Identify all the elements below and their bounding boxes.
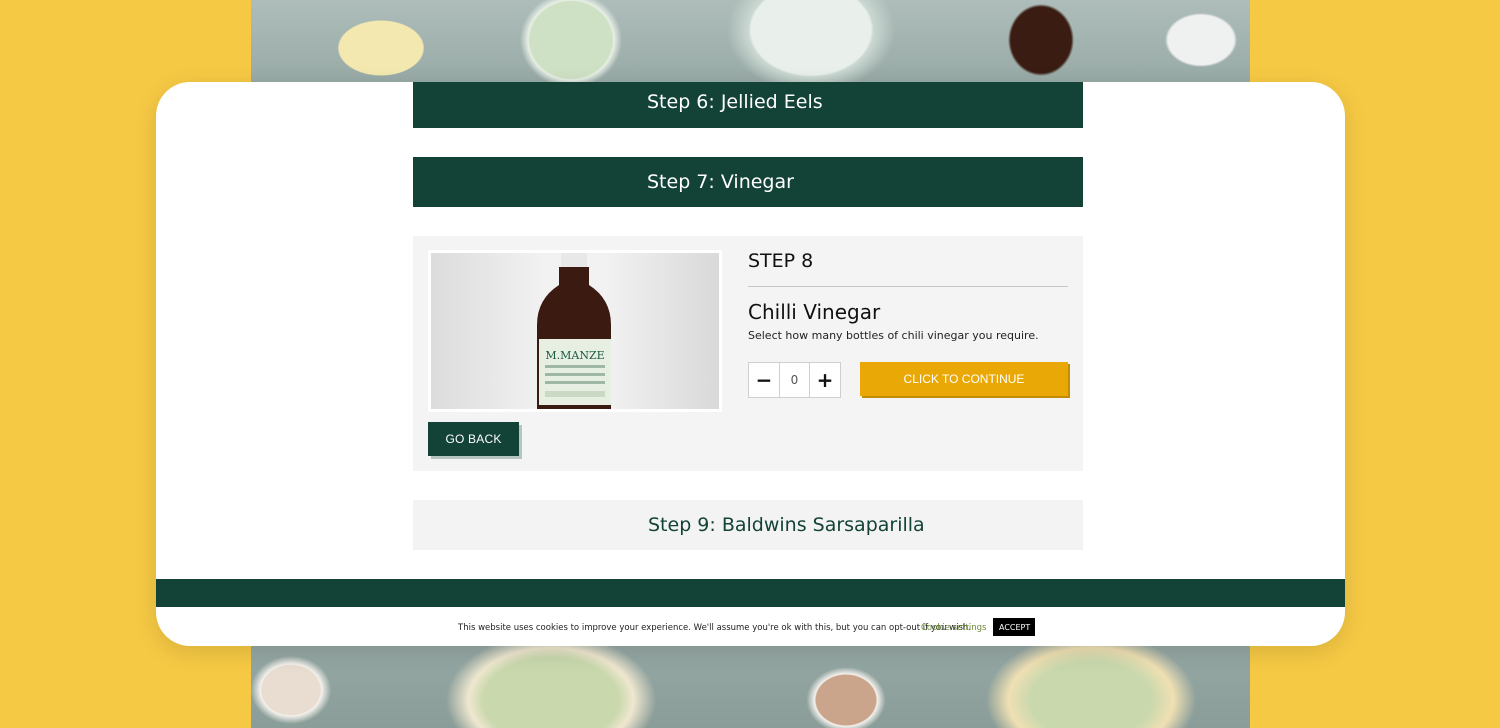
product-image-frame: M.MANZE bbox=[428, 250, 722, 412]
step-8-label: STEP 8 bbox=[748, 250, 814, 272]
browser-card: Step 6: Jellied Eels Step 7: Vinegar M.M… bbox=[156, 82, 1345, 646]
footer-band bbox=[156, 579, 1345, 607]
continue-button[interactable]: CLICK TO CONTINUE bbox=[860, 362, 1068, 396]
step-9-title: Step 9: Baldwins Sarsaparilla bbox=[648, 514, 925, 536]
product-title: Chilli Vinegar bbox=[748, 300, 881, 324]
product-description: Select how many bottles of chili vinegar… bbox=[748, 329, 1039, 342]
quantity-stepper: − + bbox=[748, 362, 841, 398]
product-image: M.MANZE bbox=[431, 253, 719, 409]
divider bbox=[748, 286, 1068, 287]
decrease-quantity-button[interactable]: − bbox=[749, 363, 779, 397]
step-8-panel: M.MANZE GO BACK STEP 8 Chilli Vinegar Se… bbox=[413, 236, 1083, 471]
step-6-header[interactable]: Step 6: Jellied Eels bbox=[413, 82, 1083, 128]
increase-quantity-button[interactable]: + bbox=[810, 363, 840, 397]
step-9-header[interactable]: Step 9: Baldwins Sarsaparilla bbox=[413, 500, 1083, 550]
cookie-settings-link[interactable]: Cookie settings bbox=[921, 623, 986, 633]
go-back-button[interactable]: GO BACK bbox=[428, 422, 519, 456]
accept-cookies-button[interactable]: ACCEPT bbox=[993, 618, 1035, 636]
cookie-message: This website uses cookies to improve you… bbox=[458, 623, 971, 633]
svg-text:M.MANZE: M.MANZE bbox=[545, 349, 604, 362]
step-7-title: Step 7: Vinegar bbox=[647, 171, 794, 193]
quantity-input[interactable] bbox=[779, 363, 810, 397]
cookie-banner: This website uses cookies to improve you… bbox=[156, 618, 1345, 638]
vinegar-bottle-icon: M.MANZE bbox=[537, 253, 611, 409]
step-6-title: Step 6: Jellied Eels bbox=[647, 91, 823, 113]
step-7-header[interactable]: Step 7: Vinegar bbox=[413, 157, 1083, 207]
